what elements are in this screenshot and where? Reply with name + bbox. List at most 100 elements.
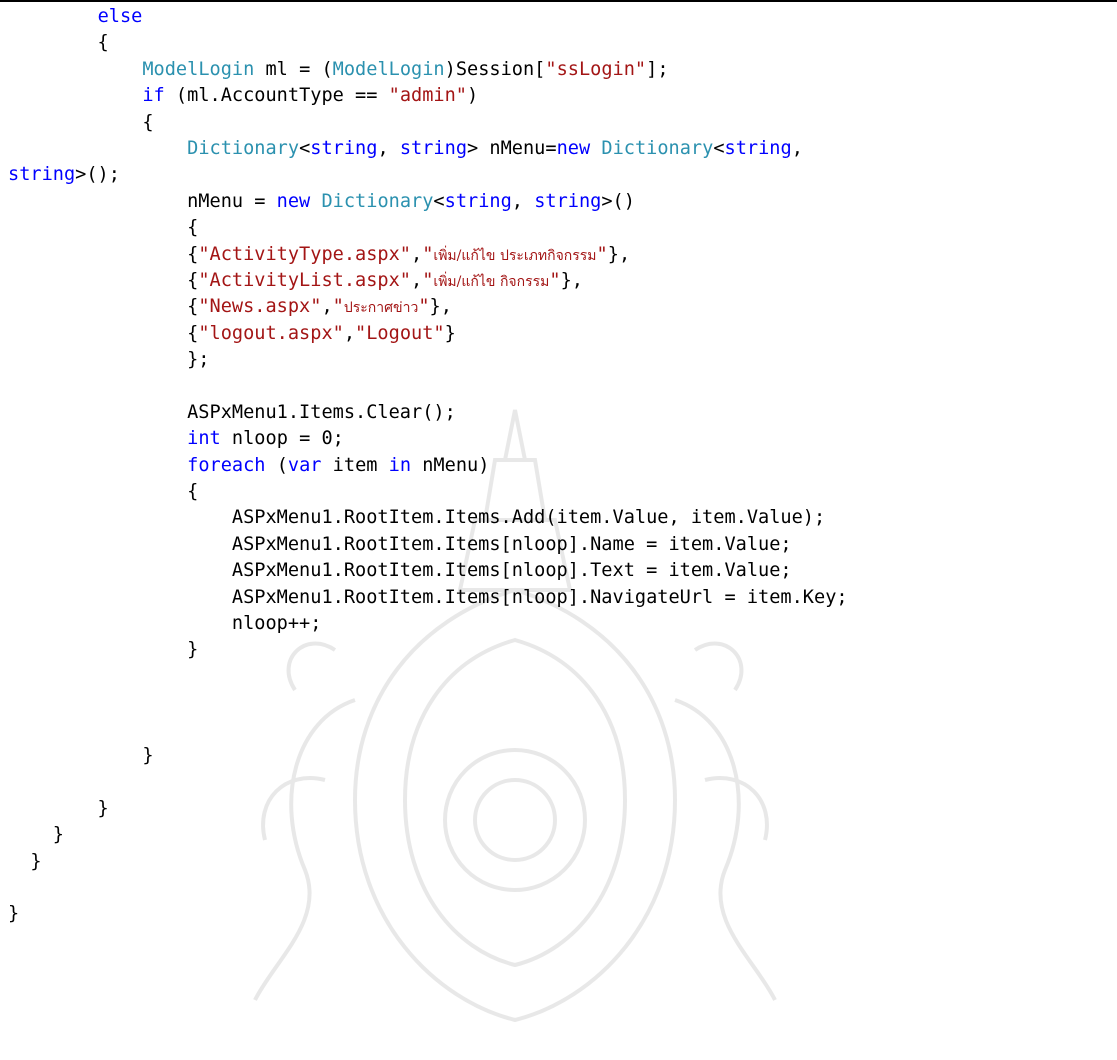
code-token: < xyxy=(433,190,445,212)
code-line: { xyxy=(8,479,1113,505)
code-line: { xyxy=(8,110,1113,136)
code-token: เพิ่ม/แก้ไข ประเภทกิจกรรม xyxy=(433,247,597,264)
code-block: else { ModelLogin ml = (ModelLogin)Sessi… xyxy=(8,4,1113,928)
code-token: )Session[ xyxy=(444,58,546,80)
code-token: "News.aspx" xyxy=(198,296,322,318)
code-token: if xyxy=(142,85,165,107)
code-token: } xyxy=(8,744,154,766)
code-line: else xyxy=(8,4,1113,30)
code-token: "ActivityList.aspx" xyxy=(198,269,412,291)
code-line: nloop++; xyxy=(8,611,1113,637)
code-token: เพิ่ม/แก้ไข กิจกรรม xyxy=(433,273,550,290)
code-token: string xyxy=(444,190,512,212)
code-token: foreach xyxy=(187,454,266,476)
code-token: >() xyxy=(601,190,635,212)
code-token: Dictionary xyxy=(321,190,434,212)
code-token: , xyxy=(411,269,423,291)
code-token: { xyxy=(8,481,199,503)
code-token: " xyxy=(549,269,561,291)
code-token: } xyxy=(8,797,109,819)
code-token: else xyxy=(97,6,143,27)
code-token: nloop++; xyxy=(8,612,322,634)
code-token: , xyxy=(321,296,333,318)
code-token: ASPxMenu1.RootItem.Items.Add(item.Value,… xyxy=(8,507,826,529)
code-line: nMenu = new Dictionary<string, string>() xyxy=(8,189,1113,215)
code-token: "Logout" xyxy=(355,322,445,344)
code-token: ASPxMenu1.Items.Clear(); xyxy=(8,401,456,423)
code-token: var xyxy=(287,454,322,476)
code-token: < xyxy=(299,137,311,159)
code-token: , xyxy=(377,137,400,159)
code-line: {"News.aspx","ประกาศข่าว"}, xyxy=(8,294,1113,320)
code-token: { xyxy=(8,217,199,239)
code-token: " xyxy=(596,243,608,265)
code-line: ASPxMenu1.RootItem.Items[nloop].Name = i… xyxy=(8,532,1113,558)
code-token: item xyxy=(321,454,389,476)
code-token: string xyxy=(8,164,76,186)
code-token: }, xyxy=(607,243,631,265)
code-token: Dictionary xyxy=(187,137,300,159)
code-line: ASPxMenu1.RootItem.Items[nloop].Navigate… xyxy=(8,585,1113,611)
code-line: ASPxMenu1.RootItem.Items[nloop].Text = i… xyxy=(8,558,1113,584)
code-token: nMenu) xyxy=(411,454,490,476)
code-token: ASPxMenu1.RootItem.Items[nloop].Navigate… xyxy=(8,586,848,608)
code-token: string xyxy=(310,137,378,159)
code-token: } xyxy=(8,639,199,661)
code-token: ( xyxy=(265,454,288,476)
code-token: int xyxy=(187,428,221,450)
code-line: if (ml.AccountType == "admin") xyxy=(8,83,1113,109)
code-line: {"logout.aspx","Logout"} xyxy=(8,321,1113,347)
code-token: , xyxy=(343,322,356,344)
code-token: string xyxy=(399,137,468,159)
code-token: new xyxy=(276,190,311,212)
top-border-line xyxy=(0,0,1117,2)
code-token: ]; xyxy=(646,58,669,80)
code-token: } xyxy=(8,824,64,846)
code-line: { xyxy=(8,30,1113,56)
code-token: nloop = 0; xyxy=(220,428,344,450)
code-token: new xyxy=(556,137,591,159)
code-token: "ssLogin" xyxy=(545,58,647,80)
code-token: }; xyxy=(8,349,210,371)
code-token: , xyxy=(791,137,803,159)
code-token: in xyxy=(388,454,412,476)
code-token: } xyxy=(444,322,456,344)
code-token: " xyxy=(422,243,434,265)
code-line: } xyxy=(8,901,1113,927)
code-line: foreach (var item in nMenu) xyxy=(8,453,1113,479)
code-line: } xyxy=(8,822,1113,848)
code-token: " xyxy=(418,296,430,318)
code-token: , xyxy=(411,243,423,265)
code-line: {"ActivityList.aspx","เพิ่ม/แก้ไข กิจกรร… xyxy=(8,268,1113,294)
code-token: }, xyxy=(560,269,583,291)
code-token: ประกาศข่าว xyxy=(343,300,419,317)
code-token: ) xyxy=(467,85,479,107)
code-token: string xyxy=(724,137,792,159)
code-line: }; xyxy=(8,347,1113,373)
code-token: } xyxy=(8,903,20,925)
code-token: { xyxy=(8,322,199,344)
code-token: "ActivityType.aspx" xyxy=(198,243,412,265)
code-token: string xyxy=(534,190,602,212)
code-token: }, xyxy=(429,296,452,318)
code-line: ASPxMenu1.Items.Clear(); xyxy=(8,400,1113,426)
code-token: ModelLogin xyxy=(332,58,445,80)
code-line: {"ActivityType.aspx","เพิ่ม/แก้ไข ประเภท… xyxy=(8,242,1113,268)
code-token: ASPxMenu1.RootItem.Items[nloop].Text = i… xyxy=(8,560,792,582)
code-token: , xyxy=(511,190,535,212)
code-token: ml = ( xyxy=(254,58,333,80)
code-line: int nloop = 0; xyxy=(8,426,1113,452)
code-token: Dictionary xyxy=(601,137,714,159)
code-token: } xyxy=(8,850,42,872)
